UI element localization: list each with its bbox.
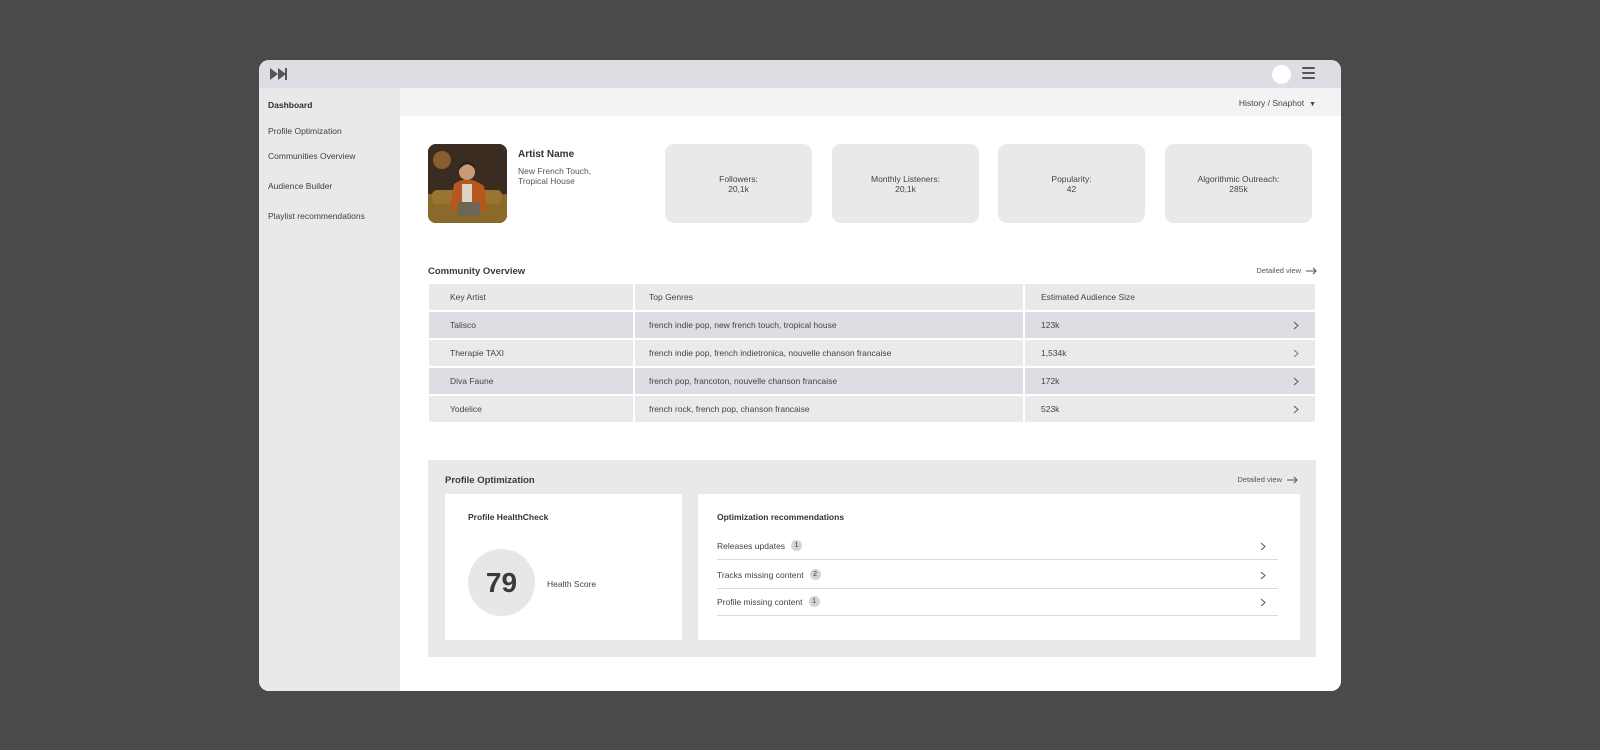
cell-artist: Yodelice (429, 396, 633, 422)
sidebar-item-dashboard[interactable]: Dashboard (268, 100, 312, 110)
artist-genres: New French Touch, Tropical House (518, 166, 591, 186)
recommendation-item-profile-missing-content[interactable]: Profile missing content 1 (717, 588, 1278, 616)
history-label: History / Snaphot (1238, 98, 1305, 108)
stat-label: Popularity: (1051, 173, 1092, 184)
community-detailed-view-link[interactable]: Detailed view (1256, 266, 1317, 275)
artist-photo (428, 144, 507, 223)
stat-card-followers: Followers: 20,1k (665, 144, 812, 223)
chevron-right-icon[interactable] (1260, 571, 1266, 580)
table-row[interactable]: Therapie TAXI french indie pop, french i… (428, 340, 1315, 366)
cell-size: 523k (1025, 396, 1315, 422)
stat-value: 20,1k (728, 183, 749, 194)
sidebar-item-profile-optimization[interactable]: Profile Optimization (268, 126, 342, 136)
sidebar-item-communities-overview[interactable]: Communities Overview (268, 151, 355, 161)
caret-down-icon: ▼ (1309, 101, 1316, 108)
chevron-right-icon[interactable] (1293, 405, 1299, 414)
recommendation-item-releases-updates[interactable]: Releases updates 1 (717, 532, 1278, 560)
stat-label: Algorithmic Outreach: (1197, 173, 1280, 184)
recommendation-label: Releases updates (717, 540, 786, 551)
profile-optimization-title: Profile Optimization (445, 475, 535, 486)
cell-size: 172k (1025, 368, 1315, 394)
stat-card-popularity: Popularity: 42 (998, 144, 1145, 223)
artist-genre-line: New French Touch, (518, 166, 592, 176)
stat-card-monthly-listeners: Monthly Listeners: 20,1k (832, 144, 979, 223)
count-badge: 2 (809, 569, 821, 580)
arrow-right-icon (1287, 476, 1298, 483)
recommendations-title: Optimization recommendations (717, 512, 845, 522)
cell-size: 123k (1025, 312, 1315, 338)
health-score-circle: 79 (468, 549, 535, 616)
table-row[interactable]: Diva Faune french pop, francoton, nouvel… (428, 368, 1315, 394)
sidebar-item-audience-builder[interactable]: Audience Builder (268, 181, 332, 191)
cell-genres: french pop, francoton, nouvelle chanson … (635, 368, 1023, 394)
optimization-detailed-view-link[interactable]: Detailed view (1237, 475, 1298, 484)
stat-value: 285k (1229, 183, 1248, 194)
fast-forward-logo-icon[interactable] (270, 68, 288, 80)
stat-label: Monthly Listeners: (871, 173, 940, 184)
cell-size: 1,534k (1025, 340, 1315, 366)
cell-artist: Diva Faune (429, 368, 633, 394)
app-window: Dashboard Profile Optimization Communiti… (259, 60, 1341, 691)
artist-name: Artist Name (518, 149, 575, 160)
sidebar-item-playlist-recommendations[interactable]: Playlist recommendations (268, 211, 365, 221)
cell-genres: french indie pop, french indietronica, n… (635, 340, 1023, 366)
chevron-right-icon[interactable] (1293, 321, 1299, 330)
column-header-top-genres: Top Genres (635, 284, 1023, 310)
community-overview-title: Community Overview (428, 266, 526, 277)
optimization-recommendations-card: Optimization recommendations Releases up… (698, 494, 1300, 640)
column-header-audience-size: Estimated Audience Size (1025, 284, 1315, 310)
health-score-label: Health Score (547, 579, 597, 589)
stat-card-algorithmic-outreach: Algorithmic Outreach: 285k (1165, 144, 1312, 223)
count-badge: 1 (808, 596, 820, 607)
artist-genre-line: Tropical House (518, 176, 575, 186)
arrow-right-icon (1306, 267, 1317, 274)
health-check-title: Profile HealthCheck (468, 512, 549, 522)
stat-label: Followers: (719, 173, 758, 184)
count-badge: 1 (791, 540, 803, 551)
cell-genres: french rock, french pop, chanson francai… (635, 396, 1023, 422)
sidebar: Dashboard Profile Optimization Communiti… (259, 88, 400, 691)
chevron-right-icon[interactable] (1260, 598, 1266, 607)
detailed-view-label: Detailed view (1256, 266, 1301, 275)
profile-optimization-panel: Profile Optimization Detailed view Profi… (428, 460, 1316, 657)
table-header-row: Key Artist Top Genres Estimated Audience… (428, 284, 1315, 310)
chevron-right-icon[interactable] (1260, 542, 1266, 551)
recommendation-label: Profile missing content (717, 596, 803, 607)
recommendation-item-tracks-missing-content[interactable]: Tracks missing content 2 (717, 561, 1278, 589)
stat-value: 20,1k (895, 183, 916, 194)
cell-artist: Therapie TAXI (429, 340, 633, 366)
chevron-right-icon[interactable] (1293, 377, 1299, 386)
table-row[interactable]: Talisco french indie pop, new french tou… (428, 312, 1315, 338)
main-content: History / Snaphot ▼ Artist Name New Frenc… (400, 88, 1341, 691)
detailed-view-label: Detailed view (1237, 475, 1282, 484)
table-row[interactable]: Yodelice french rock, french pop, chanso… (428, 396, 1315, 422)
cell-artist: Talisco (429, 312, 633, 338)
sub-header: History / Snaphot ▼ (400, 88, 1341, 116)
cell-genres: french indie pop, new french touch, trop… (635, 312, 1023, 338)
hamburger-menu-icon[interactable] (1302, 67, 1315, 80)
chevron-right-icon[interactable] (1293, 349, 1299, 358)
column-header-key-artist: Key Artist (429, 284, 633, 310)
top-bar (259, 60, 1341, 88)
recommendation-label: Tracks missing content (717, 569, 804, 580)
history-snapshot-dropdown[interactable]: History / Snaphot ▼ (1239, 98, 1316, 108)
health-check-card: Profile HealthCheck 79 Health Score (445, 494, 682, 640)
stat-value: 42 (1066, 183, 1077, 194)
user-avatar[interactable] (1272, 65, 1291, 84)
